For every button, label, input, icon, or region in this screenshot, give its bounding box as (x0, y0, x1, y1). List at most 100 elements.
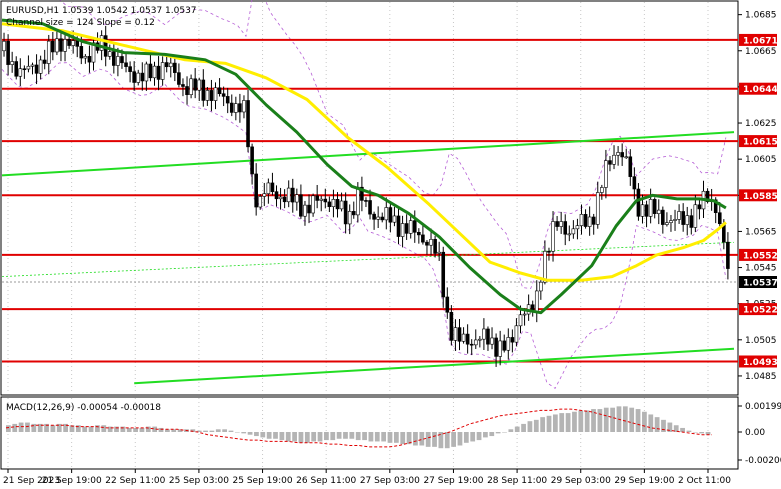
candle-body (461, 333, 466, 342)
macd-bar (50, 425, 56, 432)
macd-bar (292, 432, 297, 442)
candle-body (652, 199, 657, 214)
macd-bar (266, 432, 272, 439)
macd-bar (508, 429, 514, 432)
candle-body (640, 204, 645, 217)
candle-body (571, 228, 576, 235)
macd-bar (298, 432, 304, 443)
candle-body (282, 196, 287, 203)
candle-body (46, 40, 51, 64)
eurusd-chart: 1.06851.06651.06451.06251.06051.05851.05… (0, 0, 781, 486)
candle-body (209, 90, 214, 101)
candle-body (128, 66, 132, 72)
candle-body (148, 63, 153, 79)
candle-body (396, 215, 401, 237)
candle-body (425, 241, 429, 246)
macd-bar (12, 423, 18, 432)
macd-bar (699, 432, 705, 434)
macd-tick-label: 0.00 (745, 428, 765, 438)
candle-body (290, 187, 295, 203)
macd-bar (241, 432, 247, 434)
macd-bar (527, 421, 533, 432)
macd-bar (311, 432, 317, 442)
macd-bar (349, 432, 355, 439)
candle-body (132, 71, 136, 83)
macd-bar (463, 432, 469, 443)
candle-body (717, 212, 722, 225)
candle-body (579, 214, 584, 226)
candle-body (242, 100, 246, 113)
macd-bar (622, 406, 628, 432)
candle-body (563, 221, 568, 235)
macd-bar (661, 419, 666, 432)
candle-body (286, 187, 291, 203)
candle-body (665, 222, 669, 225)
macd-bar (514, 426, 520, 432)
candle-body (213, 87, 218, 101)
macd-bar (31, 423, 37, 432)
level-price-label: 1.0615 (743, 138, 778, 148)
candle-body (299, 194, 303, 217)
macd-bar (228, 430, 234, 432)
time-axis: 21 Sep 202321 Sep 19:00 22 Sep 11:00 25 Se… (3, 469, 731, 486)
macd-bar (368, 432, 374, 442)
candle-body (697, 204, 702, 210)
price-axis: 1.06851.06651.06451.06251.06051.05851.05… (738, 11, 781, 466)
candle-body (518, 314, 523, 327)
macd-bar (285, 432, 291, 442)
candle-body (547, 250, 551, 253)
candle-body (238, 103, 242, 113)
macd-bar (324, 432, 329, 441)
x-tick-label: 25 Sep 19:00 (233, 476, 293, 486)
candle-body (51, 40, 55, 53)
candle-body (587, 216, 592, 227)
candle-body (400, 223, 405, 237)
candle-body (555, 221, 559, 227)
candle-body (656, 209, 661, 214)
macd-bar (355, 432, 361, 441)
candle-body (465, 333, 470, 345)
macd-bar (279, 432, 285, 441)
macd-bar (400, 432, 406, 445)
candle-body (502, 340, 507, 351)
candle-body (441, 251, 446, 298)
candle-body (258, 196, 263, 208)
candle-body (408, 220, 413, 234)
candle-body (30, 64, 35, 67)
candle-body (490, 337, 494, 345)
macd-bar (336, 432, 342, 439)
macd-bar (381, 432, 387, 442)
y-tick-label: 1.0485 (745, 372, 777, 382)
candle-body (620, 152, 624, 158)
candle-body (295, 194, 299, 203)
candle-body (559, 221, 563, 227)
candle-body (274, 191, 279, 200)
channel-header: Channel size = 124 Slope = 0.12 (6, 18, 155, 28)
candle-body (677, 211, 681, 220)
macd-bar (597, 409, 603, 432)
candle-body (498, 340, 502, 357)
candle-body (600, 187, 604, 193)
macd-bar (425, 432, 431, 447)
candle-body (421, 234, 425, 243)
candle-body (315, 195, 319, 201)
candle-body (83, 56, 88, 59)
candle-body (604, 160, 608, 188)
x-tick-label: 26 Sep 11:00 (296, 476, 356, 486)
candle-body (343, 200, 348, 225)
candle-body (262, 193, 267, 197)
macd-bar (546, 415, 552, 432)
candle-body (433, 239, 437, 254)
candle-body (331, 199, 336, 207)
candle-body (234, 103, 238, 113)
candle-body (356, 186, 360, 216)
macd-bar (254, 432, 259, 437)
candle-body (534, 290, 539, 312)
y-tick-label: 1.0545 (745, 264, 777, 274)
candle-body (693, 204, 698, 228)
level-price-label: 1.0644 (743, 85, 778, 95)
macd-bar (502, 432, 507, 433)
macd-bar (533, 419, 539, 432)
x-tick-label: 28 Sep 11:00 (487, 476, 547, 486)
candle-body (124, 62, 128, 67)
